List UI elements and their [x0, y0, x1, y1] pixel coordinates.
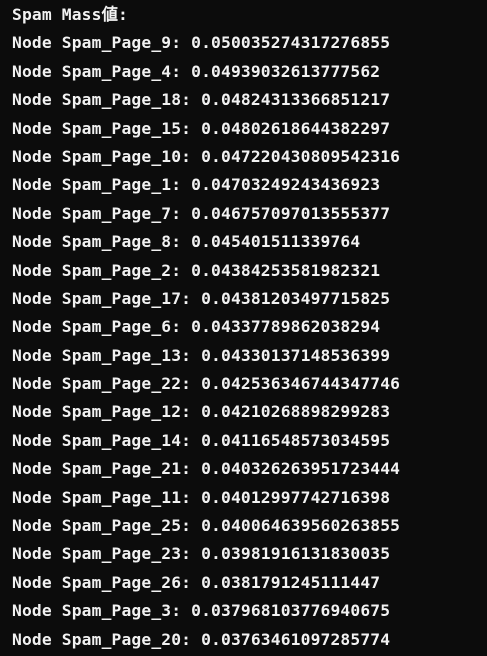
output-line: Node Spam_Page_7: 0.046757097013555377 [12, 203, 391, 223]
output-line: Node Spam_Page_21: 0.040326263951723444 [12, 459, 401, 479]
output-line: Node Spam_Page_6: 0.04337789862038294 [12, 317, 381, 337]
output-line: Node Spam_Page_11: 0.04012997742716398 [12, 487, 391, 507]
output-line: Node Spam_Page_2: 0.04384253581982321 [12, 260, 381, 280]
output-header: Spam Mass値: [12, 5, 128, 24]
output-line: Node Spam_Page_26: 0.0381791245111447 [12, 572, 381, 592]
output-line: Node Spam_Page_1: 0.04703249243436923 [12, 175, 381, 195]
terminal-output: Spam Mass値: Node Spam_Page_9: 0.05003527… [0, 0, 487, 656]
output-line: Node Spam_Page_15: 0.04802618644382297 [12, 118, 391, 138]
output-line: Node Spam_Page_4: 0.04939032613777562 [12, 61, 381, 81]
output-line: Node Spam_Page_23: 0.03981916131830035 [12, 544, 391, 564]
output-line: Node Spam_Page_25: 0.040064639560263855 [12, 516, 401, 536]
output-line: Node Spam_Page_18: 0.04824313366851217 [12, 90, 391, 110]
output-line: Node Spam_Page_13: 0.04330137148536399 [12, 345, 391, 365]
output-line: Node Spam_Page_12: 0.04210268898299283 [12, 402, 391, 422]
output-line: Node Spam_Page_10: 0.047220430809542316 [12, 146, 401, 166]
output-line: Node Spam_Page_3: 0.037968103776940675 [12, 601, 391, 621]
output-line: Node Spam_Page_8: 0.045401511339764 [12, 232, 361, 252]
output-line: Node Spam_Page_20: 0.03763461097285774 [12, 629, 391, 649]
output-line: Node Spam_Page_17: 0.04381203497715825 [12, 288, 391, 308]
output-line: Node Spam_Page_22: 0.042536346744347746 [12, 374, 401, 394]
output-line: Node Spam_Page_9: 0.050035274317276855 [12, 33, 391, 53]
output-line: Node Spam_Page_14: 0.04116548573034595 [12, 430, 391, 450]
